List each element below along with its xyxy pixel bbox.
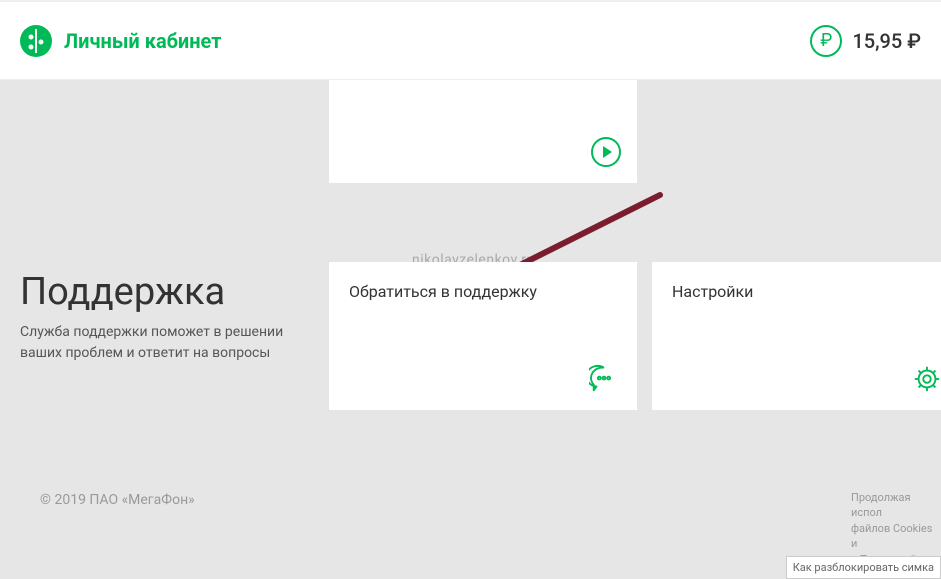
- header: Личный кабинет ₽ 15,95 ₽: [0, 0, 941, 80]
- section-description: Служба поддержки поможет в решении ваших…: [20, 322, 310, 364]
- brand-logo-icon: [20, 25, 52, 57]
- page-title[interactable]: Личный кабинет: [64, 29, 221, 53]
- ruble-icon: ₽: [810, 25, 842, 57]
- card-title: Обратиться в поддержку: [349, 282, 617, 301]
- balance-value: 15,95 ₽: [852, 29, 921, 53]
- media-card[interactable]: [329, 80, 637, 183]
- play-triangle-icon: [603, 146, 612, 158]
- card-settings[interactable]: Настройки: [652, 262, 941, 410]
- header-left: Личный кабинет: [20, 25, 221, 57]
- section-title: Поддержка: [20, 270, 225, 314]
- cookie-text-2: файлов Cookies и: [851, 522, 932, 550]
- play-icon[interactable]: [591, 137, 621, 167]
- search-snippet[interactable]: Как разблокировать симка: [786, 556, 941, 579]
- cookie-text-1: Продолжая испол: [851, 491, 911, 519]
- card-title: Настройки: [672, 282, 940, 301]
- footer-copyright: © 2019 ПАО «МегаФон»: [40, 492, 195, 508]
- chat-icon: [589, 364, 619, 394]
- content-area: nikolayzelenkov.ru Поддержка Служба подд…: [0, 80, 941, 579]
- balance-area[interactable]: ₽ 15,95 ₽: [810, 25, 921, 57]
- gear-icon: [912, 364, 941, 394]
- card-contact-support[interactable]: Обратиться в поддержку: [329, 262, 637, 410]
